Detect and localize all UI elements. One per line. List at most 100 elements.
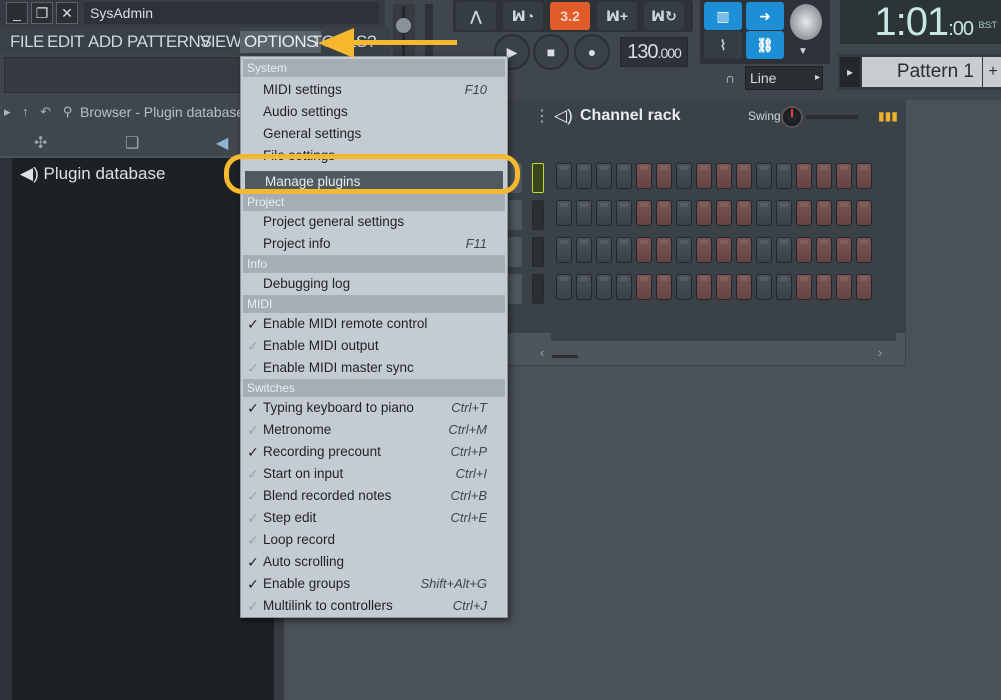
channel-button[interactable] [506,200,522,230]
step-button[interactable] [696,237,712,263]
menu-item-audio-settings[interactable]: Audio settings [241,101,507,123]
step-button[interactable] [856,274,872,300]
step-button[interactable] [756,200,772,226]
menu-add[interactable]: ADD [88,31,123,53]
step-button[interactable] [596,163,612,189]
step-button[interactable] [816,163,832,189]
step-button[interactable] [716,274,732,300]
step-button[interactable] [736,237,752,263]
step-button[interactable] [616,237,632,263]
menu-item-recording-precount[interactable]: ✓ Recording precount Ctrl+P [241,441,507,463]
step-button[interactable] [556,200,572,226]
menu-item-blend-recorded-notes[interactable]: ✓ Blend recorded notes Ctrl+B [241,485,507,507]
scroll-right-icon[interactable]: › [878,345,882,360]
scroll-left-icon[interactable]: ‹ [540,345,544,360]
step-button[interactable] [856,163,872,189]
rack-menu-icon[interactable]: ⋮ [534,106,550,126]
typing-keyboard-icon[interactable]: ▥ [704,2,742,30]
menu-item-step-edit[interactable]: ✓ Step edit Ctrl+E [241,507,507,529]
step-button[interactable] [676,237,692,263]
step-button[interactable] [836,237,852,263]
browser-tab-all-icon[interactable]: ✣ [34,133,47,153]
step-button[interactable] [736,274,752,300]
step-button[interactable] [776,237,792,263]
menu-options[interactable]: OPTIONS [240,31,322,53]
step-button[interactable] [836,200,852,226]
step-button[interactable] [596,237,612,263]
swing-slider[interactable] [806,115,858,119]
menu-item-multilink-to-controllers[interactable]: ✓ Multilink to controllers Ctrl+J [241,595,507,617]
browser-nav-icons[interactable]: ▸ ↑ ↶ ⚲ [4,104,76,120]
step-button[interactable] [636,200,652,226]
menu-item-project-general-settings[interactable]: Project general settings [241,211,507,233]
step-button[interactable] [816,200,832,226]
step-button[interactable] [636,274,652,300]
step-button[interactable] [696,200,712,226]
menu-item-enable-midi-master-sync[interactable]: ✓ Enable MIDI master sync [241,357,507,379]
step-button[interactable] [816,274,832,300]
menu-item-auto-scrolling[interactable]: ✓ Auto scrolling [241,551,507,573]
menu-item-metronome[interactable]: ✓ Metronome Ctrl+M [241,419,507,441]
snap-arrow-icon[interactable]: ➜ [746,2,784,30]
step-button[interactable] [616,200,632,226]
step-button[interactable] [636,163,652,189]
step-button[interactable] [736,163,752,189]
menu-patterns[interactable]: PATTERNS [127,31,212,53]
step-button[interactable] [776,274,792,300]
minimize-button[interactable]: _ [6,2,28,24]
browser-tab-plugins-icon[interactable]: ◀ [216,133,228,153]
menu-file[interactable]: FILE [10,31,44,53]
step-button[interactable] [716,237,732,263]
step-button[interactable] [836,163,852,189]
step-button[interactable] [816,237,832,263]
step-button[interactable] [656,163,672,189]
restore-button[interactable]: ❐ [31,2,53,24]
menu-item-project-info[interactable]: Project info F11 [241,233,507,255]
close-button[interactable]: ✕ [56,2,78,24]
step-button[interactable] [796,274,812,300]
menu-item-midi-settings[interactable]: MIDI settings F10 [241,79,507,101]
step-button[interactable] [756,237,772,263]
step-button[interactable] [576,200,592,226]
tempo-display[interactable]: 130.000 [620,37,688,67]
browser-item-plugin-database[interactable]: ◀) Plugin database [20,164,165,184]
step-button[interactable] [656,237,672,263]
record-button[interactable]: ● [574,34,610,70]
scrollbar-track[interactable] [551,333,896,341]
song-position-clock[interactable]: B:S:T 1:01:00 [840,0,1001,44]
slider-thumb[interactable] [396,18,411,33]
step-button[interactable] [676,200,692,226]
menu-item-enable-midi-output[interactable]: ✓ Enable MIDI output [241,335,507,357]
pencil-icon[interactable]: ⌇ [704,31,742,59]
countdown-button[interactable]: 3.2 [550,2,590,30]
step-button[interactable] [676,274,692,300]
step-button[interactable] [616,274,632,300]
step-button[interactable] [796,163,812,189]
channel-rack-header[interactable]: ⋮ ◁) Channel rack Swing ▮▮▮ [506,101,905,133]
dropdown-arrow-icon[interactable]: ▼ [798,46,808,57]
step-button[interactable] [736,200,752,226]
menu-item-typing-keyboard-to-piano[interactable]: ✓ Typing keyboard to piano Ctrl+T [241,397,507,419]
wait-for-input-icon[interactable]: ꟽ◔ [503,2,543,30]
step-button[interactable] [596,200,612,226]
step-button[interactable] [576,163,592,189]
step-button[interactable] [556,237,572,263]
channel-button[interactable] [506,237,522,267]
menu-item-general-settings[interactable]: General settings [241,123,507,145]
step-button[interactable] [696,274,712,300]
step-button[interactable] [556,163,572,189]
browser-tab-files-icon[interactable]: ❏ [125,133,139,153]
step-button[interactable] [836,274,852,300]
menu-item-enable-groups[interactable]: ✓ Enable groups Shift+Alt+G [241,573,507,595]
menu-item-enable-midi-remote-control[interactable]: ✓ Enable MIDI remote control [241,313,507,335]
scrollbar-thumb[interactable] [552,355,578,358]
loop-record-icon[interactable]: ꟽ↻ [644,2,684,30]
link-icon[interactable]: ⛓ [746,31,784,59]
step-button[interactable] [576,274,592,300]
step-button[interactable] [716,163,732,189]
step-button[interactable] [856,200,872,226]
menu-edit[interactable]: EDIT [47,31,84,53]
step-button[interactable] [856,237,872,263]
step-button[interactable] [796,237,812,263]
step-button[interactable] [636,237,652,263]
